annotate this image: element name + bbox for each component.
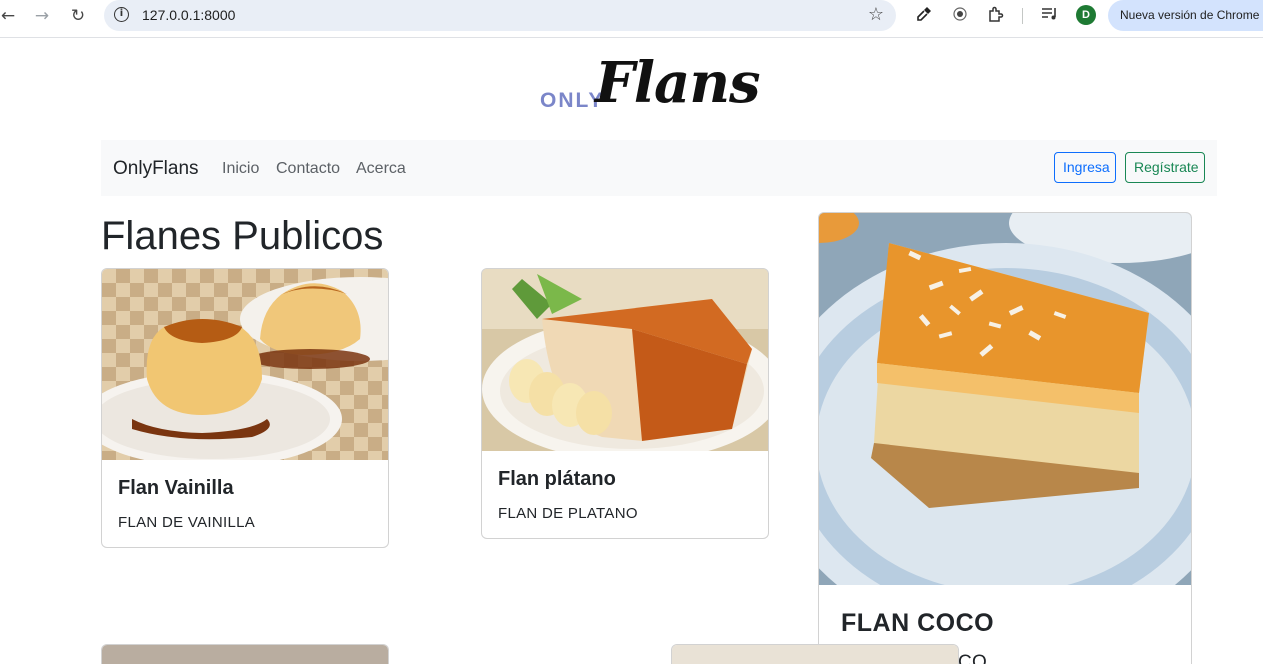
card-title: Flan plátano	[498, 468, 616, 490]
navbar-brand[interactable]: OnlyFlans	[113, 158, 199, 180]
reload-icon[interactable]: ↻	[66, 6, 90, 26]
nav-link-contacto[interactable]: Contacto	[276, 160, 340, 178]
flan-card[interactable]	[101, 644, 389, 664]
page-title: Flanes Publicos	[101, 214, 384, 258]
extensions-puzzle-icon[interactable]	[987, 6, 1004, 27]
chrome-update-chip[interactable]: Nueva versión de Chrome d	[1108, 0, 1263, 31]
browser-toolbar: ← → ↻ i 127.0.0.1:8000 ☆ D Nueva versión…	[0, 0, 1263, 38]
nav-link-acerca[interactable]: Acerca	[356, 160, 406, 178]
flan-card[interactable]: Flan Vainilla FLAN DE VAINILLA	[101, 268, 389, 548]
eyedropper-icon[interactable]	[916, 6, 932, 26]
toolbar-divider	[1022, 8, 1023, 24]
register-button[interactable]: Regístrate	[1125, 152, 1205, 183]
site-info-icon[interactable]: i	[114, 7, 129, 22]
flan-coco-image	[819, 213, 1191, 585]
site-logo[interactable]: ONLY Flans	[537, 50, 787, 124]
media-controls-icon[interactable]	[1041, 6, 1059, 26]
card-title: FLAN COCO	[841, 609, 995, 637]
address-bar[interactable]: i 127.0.0.1:8000 ☆	[104, 0, 896, 31]
forward-arrow-icon[interactable]: →	[30, 6, 54, 26]
nav-link-inicio[interactable]: Inicio	[222, 160, 259, 178]
flan-image	[102, 645, 388, 664]
bookmark-star-icon[interactable]: ☆	[868, 4, 884, 25]
card-text: FLAN DE PLATANO	[498, 505, 638, 522]
profile-avatar[interactable]: D	[1076, 5, 1096, 25]
card-body: Flan plátano FLAN DE PLATANO	[482, 468, 768, 522]
flan-card[interactable]: Flan plátano FLAN DE PLATANO	[481, 268, 769, 539]
flan-vainilla-image	[102, 269, 388, 460]
login-button[interactable]: Ingresa	[1054, 152, 1116, 183]
url-text[interactable]: 127.0.0.1:8000	[142, 7, 235, 23]
main-navbar: OnlyFlans Inicio Contacto Acerca Ingresa…	[101, 140, 1217, 196]
card-body: Flan Vainilla FLAN DE VAINILLA	[102, 477, 388, 531]
card-title: Flan Vainilla	[118, 477, 234, 499]
card-text: FLAN DE VAINILLA	[118, 514, 256, 531]
record-icon[interactable]	[953, 6, 967, 25]
flan-card[interactable]	[671, 644, 959, 664]
flan-platano-image	[482, 269, 768, 451]
flan-card[interactable]: FLAN COCO FLAN DE COCO	[818, 212, 1192, 664]
back-arrow-icon[interactable]: ←	[0, 6, 20, 26]
flan-image	[672, 645, 958, 664]
logo-flans-text: Flans	[595, 50, 761, 116]
